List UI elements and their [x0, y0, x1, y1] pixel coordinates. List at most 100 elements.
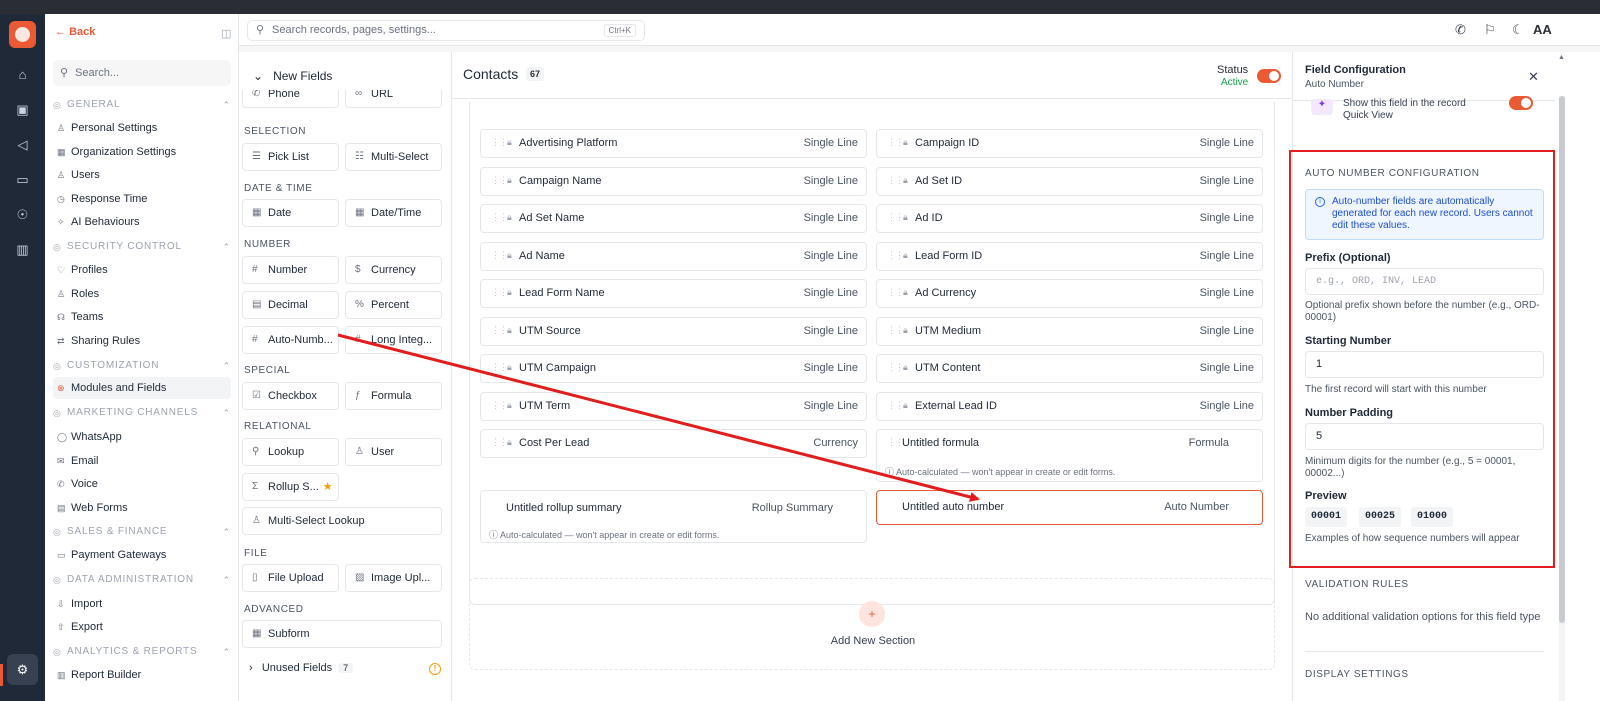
- status-toggle[interactable]: [1257, 69, 1281, 83]
- new-fields-toggle[interactable]: ⌄ New Fields: [253, 69, 332, 83]
- sidebar-item-personal-settings[interactable]: ♙ Personal Settings: [53, 117, 231, 139]
- sidebar-item-teams[interactable]: ☊ Teams: [53, 306, 231, 328]
- field-card-utm-term[interactable]: ⋮⋮ 🔒︎ UTM Term Single Line: [480, 391, 867, 421]
- drag-handle-icon[interactable]: ⋮⋮: [887, 137, 904, 148]
- field-card-ad-name[interactable]: ⋮⋮ 🔒︎ Ad Name Single Line: [480, 241, 867, 271]
- field-card-ad-set-name[interactable]: ⋮⋮ 🔒︎ Ad Set Name Single Line: [480, 204, 867, 233]
- drag-handle-icon[interactable]: ⋮⋮: [887, 325, 904, 336]
- drag-handle-icon[interactable]: ⋮⋮: [887, 400, 904, 411]
- drag-handle-icon[interactable]: ⋮⋮: [491, 137, 508, 148]
- sidebar-item-users[interactable]: ♙ Users: [53, 164, 231, 186]
- bookmark-icon[interactable]: ⚐: [1484, 22, 1496, 38]
- field-chip-currency[interactable]: $ Currency: [345, 256, 442, 284]
- scroll-up-icon[interactable]: ▲: [1558, 54, 1565, 61]
- collapse-sidebar-icon[interactable]: ◫: [221, 27, 231, 40]
- megaphone-icon[interactable]: ◁: [14, 136, 31, 153]
- plus-icon[interactable]: +: [859, 601, 885, 627]
- field-card-utm-source[interactable]: ⋮⋮ 🔒︎ UTM Source Single Line: [480, 316, 867, 346]
- drag-handle-icon[interactable]: ⋮⋮: [491, 362, 508, 373]
- drag-handle-icon[interactable]: ⋮⋮: [887, 250, 904, 261]
- group-analytics-reports[interactable]: ◎ ANALYTICS & REPORTS ⌃: [53, 644, 231, 660]
- drag-handle-icon[interactable]: ⋮⋮: [887, 437, 904, 448]
- field-chip-auto-number[interactable]: # Auto-Numb...: [242, 326, 339, 354]
- drag-handle-icon[interactable]: ⋮⋮: [887, 287, 904, 298]
- field-chip-user[interactable]: ♙ User: [345, 438, 442, 466]
- field-card-untitled-auto-number[interactable]: Untitled auto number Auto Number: [876, 490, 1263, 525]
- sidebar-item-ai-behaviours[interactable]: ✧ AI Behaviours: [53, 211, 231, 233]
- sidebar-item-export[interactable]: ⇧ Export: [53, 616, 231, 638]
- field-card-ad-id[interactable]: ⋮⋮ 🔒︎ Ad ID Single Line: [876, 204, 1263, 233]
- sidebar-item-profiles[interactable]: ♡ Profiles: [53, 259, 231, 281]
- user-avatar[interactable]: AA: [1533, 22, 1552, 37]
- group-customization[interactable]: ◎ CUSTOMIZATION ⌃: [53, 358, 231, 374]
- back-button[interactable]: ← Back: [55, 26, 95, 38]
- field-chip-lookup[interactable]: ⚲ Lookup: [242, 438, 339, 466]
- field-chip-url[interactable]: ∞ URL: [345, 90, 442, 108]
- briefcase-icon[interactable]: ▣: [14, 101, 31, 118]
- field-card-cost-per-lead[interactable]: ⋮⋮ 🔒︎ Cost Per Lead Currency: [480, 429, 867, 458]
- field-chip-multi-select[interactable]: ☷ Multi-Select: [345, 143, 442, 171]
- field-chip-percent[interactable]: % Percent: [345, 291, 442, 319]
- moon-icon[interactable]: ☾: [1512, 22, 1524, 38]
- sidebar-item-sharing-rules[interactable]: ⇄ Sharing Rules: [53, 330, 231, 352]
- drag-handle-icon[interactable]: ⋮⋮: [887, 362, 904, 373]
- bot-icon[interactable]: ☉: [14, 206, 31, 223]
- drag-handle-icon[interactable]: ⋮⋮: [491, 325, 508, 336]
- settings-gear-icon[interactable]: ⚙: [7, 654, 38, 685]
- chart-icon[interactable]: ▥: [14, 241, 31, 258]
- field-card-ad-currency[interactable]: ⋮⋮ 🔒︎ Ad Currency Single Line: [876, 279, 1263, 308]
- drag-handle-icon[interactable]: ⋮⋮: [491, 212, 508, 223]
- sidebar-item-modules-and-fields[interactable]: ⊗ Modules and Fields: [53, 377, 231, 399]
- field-card-external-lead-id[interactable]: ⋮⋮ 🔒︎ External Lead ID Single Line: [876, 391, 1263, 421]
- panel-scrollbar-thumb[interactable]: [1559, 96, 1565, 623]
- field-chip-file-upload[interactable]: ▯ File Upload: [242, 564, 339, 592]
- sidebar-item-voice[interactable]: ✆ Voice: [53, 473, 231, 495]
- field-card-utm-medium[interactable]: ⋮⋮ 🔒︎ UTM Medium Single Line: [876, 316, 1263, 346]
- drag-handle-icon[interactable]: ⋮⋮: [887, 175, 904, 186]
- sidebar-search-input[interactable]: ⚲ Search...: [53, 60, 231, 86]
- field-chip-number[interactable]: # Number: [242, 256, 339, 284]
- field-card-campaign-name[interactable]: ⋮⋮ 🔒︎ Campaign Name Single Line: [480, 166, 867, 196]
- field-chip-subform[interactable]: ▦ Subform: [242, 620, 442, 648]
- sidebar-item-payment-gateways[interactable]: ▭ Payment Gateways: [53, 544, 231, 566]
- field-card-lead-form-name[interactable]: ⋮⋮ 🔒︎ Lead Form Name Single Line: [480, 279, 867, 308]
- field-card-untitled-formula[interactable]: ⋮⋮ Untitled formula Formula ⓘ Auto-calcu…: [876, 429, 1263, 482]
- drag-handle-icon[interactable]: ⋮⋮: [491, 287, 508, 298]
- sidebar-item-response-time[interactable]: ◷ Response Time: [53, 188, 231, 210]
- close-icon[interactable]: ✕: [1528, 69, 1539, 85]
- group-data-administration[interactable]: ◎ DATA ADMINISTRATION ⌃: [53, 572, 231, 588]
- field-card-advertising-platform[interactable]: ⋮⋮ 🔒︎ Advertising Platform Single Line: [480, 129, 867, 158]
- sidebar-item-import[interactable]: ⇩ Import: [53, 593, 231, 615]
- field-card-campaign-id[interactable]: ⋮⋮ 🔒︎ Campaign ID Single Line: [876, 129, 1263, 158]
- field-chip-date-time[interactable]: ▦ Date/Time: [345, 199, 442, 227]
- field-chip-decimal[interactable]: ▤ Decimal: [242, 291, 339, 319]
- phone-icon[interactable]: ✆: [1455, 22, 1466, 38]
- field-chip-checkbox[interactable]: ☑ Checkbox: [242, 382, 339, 410]
- field-card-utm-content[interactable]: ⋮⋮ 🔒︎ UTM Content Single Line: [876, 354, 1263, 383]
- drag-handle-icon[interactable]: ⋮⋮: [887, 212, 904, 223]
- sidebar-item-whatsapp[interactable]: ◯ WhatsApp: [53, 426, 231, 448]
- home-icon[interactable]: ⌂: [14, 66, 31, 83]
- field-chip-pick-list[interactable]: ☰ Pick List: [242, 143, 339, 171]
- field-card-untitled-rollup-summary[interactable]: Untitled rollup summary Rollup Summary ⓘ…: [480, 490, 867, 543]
- unused-fields-toggle[interactable]: › Unused Fields 7: [249, 662, 354, 674]
- sidebar-item-organization-settings[interactable]: ▦ Organization Settings: [53, 141, 231, 163]
- sidebar-item-roles[interactable]: ♙ Roles: [53, 283, 231, 305]
- drag-handle-icon[interactable]: ⋮⋮: [491, 250, 508, 261]
- app-logo[interactable]: [9, 21, 36, 48]
- group-sales-finance[interactable]: ◎ SALES & FINANCE ⌃: [53, 524, 231, 540]
- field-chip-phone[interactable]: ✆ Phone: [242, 90, 339, 108]
- field-card-utm-campaign[interactable]: ⋮⋮ 🔒︎ UTM Campaign Single Line: [480, 354, 867, 383]
- group-marketing-channels[interactable]: ◎ MARKETING CHANNELS ⌃: [53, 405, 231, 421]
- quick-view-toggle[interactable]: [1509, 96, 1533, 110]
- drag-handle-icon[interactable]: ⋮⋮: [491, 175, 508, 186]
- field-chip-rollup-summary[interactable]: Σ Rollup S... ★: [242, 473, 339, 501]
- group-general[interactable]: ◎ GENERAL ⌃: [53, 97, 231, 113]
- add-new-section-area[interactable]: + Add New Section: [469, 578, 1275, 670]
- global-search-input[interactable]: ⚲ Search records, pages, settings... Ctrl+…: [247, 20, 645, 41]
- sidebar-item-email[interactable]: ✉ Email: [53, 450, 231, 472]
- warning-icon[interactable]: !: [429, 663, 441, 675]
- inbox-icon[interactable]: ▭: [14, 171, 31, 188]
- field-card-ad-set-id[interactable]: ⋮⋮ 🔒︎ Ad Set ID Single Line: [876, 166, 1263, 196]
- group-security-control[interactable]: ◎ SECURITY CONTROL ⌃: [53, 239, 231, 255]
